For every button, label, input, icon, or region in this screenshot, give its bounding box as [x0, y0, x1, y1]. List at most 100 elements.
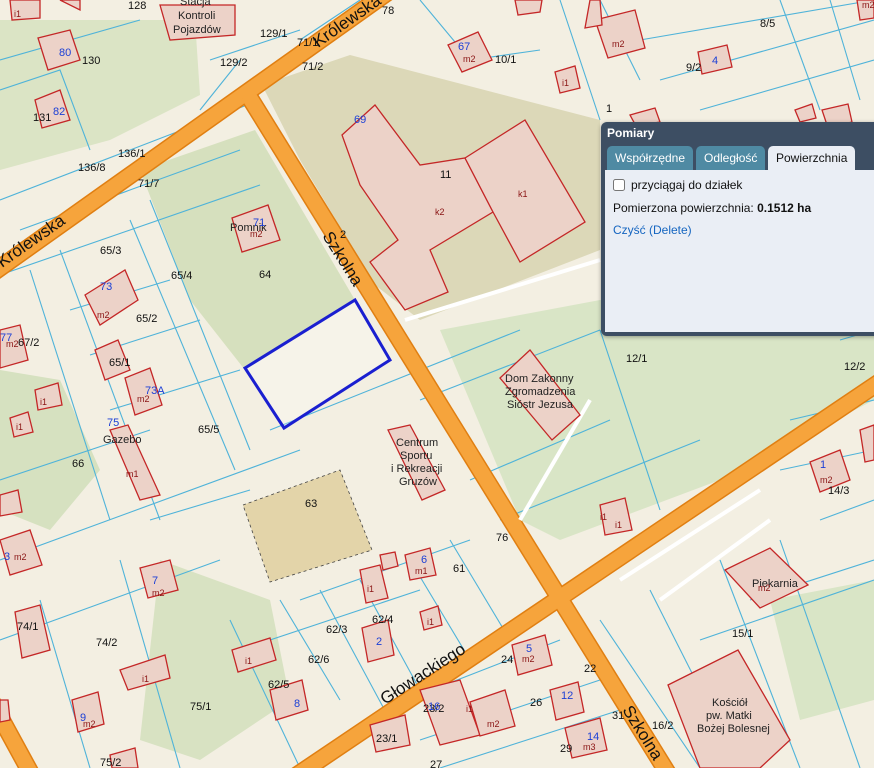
svg-text:m2: m2	[487, 719, 500, 729]
svg-text:i1: i1	[562, 78, 569, 88]
sports-field	[242, 469, 373, 583]
svg-text:i1: i1	[245, 656, 252, 666]
poi-skp-3: Pojazdów	[173, 24, 221, 36]
svg-text:2: 2	[376, 636, 382, 648]
svg-text:136/1: 136/1	[118, 148, 146, 160]
measured-area-row: Pomierzona powierzchnia: 0.1512 ha	[613, 201, 811, 215]
poi-convent-1: Dom Zakonny	[505, 373, 574, 385]
svg-text:3: 3	[4, 551, 10, 563]
svg-text:26: 26	[530, 697, 542, 709]
svg-text:16/2: 16/2	[652, 720, 673, 732]
svg-text:63: 63	[305, 498, 317, 510]
svg-text:23/1: 23/1	[376, 733, 397, 745]
snap-to-parcels-checkbox[interactable]	[613, 179, 625, 191]
svg-text:62/5: 62/5	[268, 679, 289, 691]
svg-text:62/3: 62/3	[326, 624, 347, 636]
measured-area-value: 0.1512 ha	[757, 201, 812, 215]
svg-text:m2: m2	[522, 654, 535, 664]
poi-convent-3: Sióstr Jezusa	[507, 399, 574, 411]
svg-text:61: 61	[453, 563, 465, 575]
svg-text:27: 27	[430, 759, 442, 768]
svg-text:i1: i1	[427, 617, 434, 627]
svg-text:14/3: 14/3	[828, 485, 849, 497]
svg-text:4: 4	[712, 55, 718, 67]
svg-text:80: 80	[59, 47, 71, 59]
street-label-krolewska-lower: Królewska	[0, 210, 69, 271]
svg-text:69: 69	[354, 114, 366, 126]
svg-text:m2: m2	[97, 310, 110, 320]
poi-gazebo: Gazebo	[103, 434, 142, 446]
svg-text:29: 29	[560, 743, 572, 755]
svg-text:75: 75	[107, 417, 119, 429]
svg-text:i1: i1	[14, 9, 21, 19]
svg-text:82: 82	[53, 106, 65, 118]
svg-text:1: 1	[820, 459, 826, 471]
svg-text:m1: m1	[126, 469, 139, 479]
tab-area[interactable]: Powierzchnia	[768, 146, 856, 170]
svg-text:m2: m2	[820, 475, 833, 485]
svg-text:75/1: 75/1	[190, 701, 211, 713]
svg-text:74/2: 74/2	[96, 637, 117, 649]
poi-skp-1: Stacja	[180, 0, 211, 8]
svg-text:22: 22	[584, 663, 596, 675]
svg-text:k2: k2	[435, 207, 445, 217]
poi-church-3: Bożej Bolesnej	[697, 723, 770, 735]
svg-text:8/5: 8/5	[760, 18, 775, 30]
panel-title: Pomiary	[607, 126, 655, 140]
svg-text:12/1: 12/1	[626, 353, 647, 365]
svg-text:i1: i1	[600, 512, 607, 522]
svg-text:12: 12	[561, 690, 573, 702]
svg-text:11: 11	[440, 169, 451, 181]
svg-text:78: 78	[382, 5, 394, 17]
svg-text:65/2: 65/2	[136, 313, 157, 325]
street-label-szkolna-lower: Szkolna	[619, 702, 667, 764]
svg-text:65/1: 65/1	[109, 357, 130, 369]
poi-church-2: pw. Matki	[706, 710, 752, 722]
svg-text:i1: i1	[142, 674, 149, 684]
clear-measurement-link[interactable]: Czyść (Delete)	[613, 223, 692, 237]
svg-text:67: 67	[458, 41, 470, 53]
poi-sport-4: Gruzów	[399, 476, 437, 488]
svg-text:i1: i1	[367, 584, 374, 594]
snap-to-parcels-row[interactable]: przyciągaj do działek	[613, 178, 742, 192]
svg-text:67/2: 67/2	[18, 337, 39, 349]
svg-text:71/1: 71/1	[297, 37, 318, 49]
svg-text:73: 73	[100, 281, 112, 293]
svg-text:i1: i1	[615, 520, 622, 530]
svg-text:62/4: 62/4	[372, 614, 393, 626]
svg-text:75/2: 75/2	[100, 757, 121, 768]
tab-coordinates[interactable]: Współrzędne	[607, 146, 694, 170]
svg-text:i1: i1	[16, 422, 23, 432]
svg-text:8: 8	[294, 698, 300, 710]
measurement-panel: Pomiary Współrzędne Odległość Powierzchn…	[601, 122, 874, 336]
svg-text:m2: m2	[463, 54, 476, 64]
svg-text:m2: m2	[14, 552, 27, 562]
svg-text:131: 131	[33, 112, 51, 124]
poi-sport-1: Centrum	[396, 437, 438, 449]
svg-text:24: 24	[501, 654, 513, 666]
svg-text:i1: i1	[466, 704, 473, 714]
svg-text:65/4: 65/4	[171, 270, 192, 282]
tab-distance[interactable]: Odległość	[696, 146, 766, 170]
poi-sport-2: Sportu	[400, 450, 432, 462]
svg-text:74/1: 74/1	[17, 621, 38, 633]
poi-sport-3: i Rekreacji	[391, 463, 442, 475]
svg-text:m1: m1	[415, 566, 428, 576]
svg-text:31: 31	[612, 710, 624, 722]
svg-text:m2: m2	[250, 229, 263, 239]
poi-skp-2: Kontroli	[178, 10, 215, 22]
svg-text:m2: m2	[6, 339, 19, 349]
measured-area-label: Pomierzona powierzchnia:	[613, 201, 754, 215]
svg-text:65/5: 65/5	[198, 424, 219, 436]
svg-text:136/8: 136/8	[78, 162, 106, 174]
svg-text:k1: k1	[518, 189, 528, 199]
poi-convent-2: Zgromadzenia	[505, 386, 576, 398]
cadastral-map[interactable]: Królewska Królewska Szkolna Szkolna Głow…	[0, 0, 874, 768]
svg-text:71/2: 71/2	[302, 61, 323, 73]
svg-text:129/2: 129/2	[220, 57, 248, 69]
svg-text:m2: m2	[152, 588, 165, 598]
map-canvas: Królewska Królewska Szkolna Szkolna Głow…	[0, 0, 874, 768]
svg-text:62/6: 62/6	[308, 654, 329, 666]
svg-text:m2: m2	[137, 394, 150, 404]
svg-text:66: 66	[72, 458, 84, 470]
